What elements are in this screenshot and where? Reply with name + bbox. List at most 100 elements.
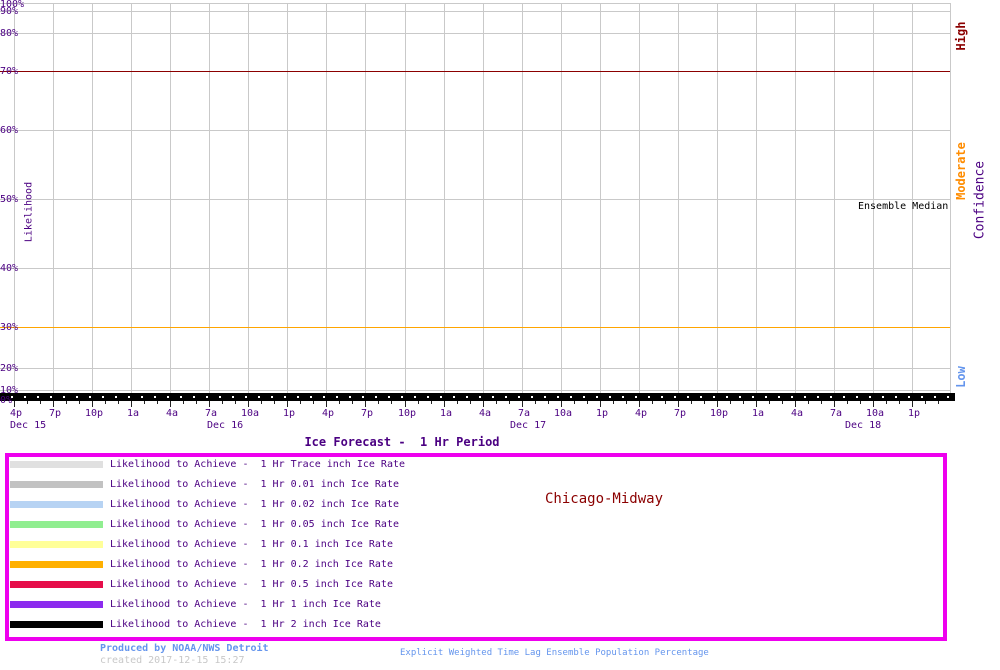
x-minor-tick	[730, 401, 731, 404]
x-minor-tick	[196, 401, 197, 404]
y-tick-label: 70%	[0, 67, 18, 77]
gridline-h-60%	[0, 130, 950, 131]
legend-item-label: Likelihood to Achieve - 1 Hr 0.05 inch I…	[110, 520, 399, 530]
x-minor-tick	[391, 401, 392, 404]
legend-item-label: Likelihood to Achieve - 1 Hr 0.02 inch I…	[110, 500, 399, 510]
x-tick-label: 4p	[322, 409, 334, 419]
gridline-v	[287, 3, 288, 400]
x-date-label: Dec 15	[10, 421, 46, 431]
x-tick-label: 10a	[866, 409, 884, 419]
x-minor-tick	[274, 401, 275, 404]
x-minor-tick	[678, 401, 679, 404]
x-minor-tick	[313, 401, 314, 404]
gridline-v	[92, 3, 93, 400]
y-tick-label: 60%	[0, 126, 18, 136]
legend-swatch	[10, 521, 103, 528]
x-tick-label: 7a	[518, 409, 530, 419]
ensemble-median-label: Ensemble Median	[858, 201, 948, 212]
x-minor-tick	[105, 401, 106, 404]
ensemble-median-dotted-overlay	[0, 396, 955, 398]
gridline-v	[444, 3, 445, 400]
legend-item-label: Likelihood to Achieve - 1 Hr 0.2 inch Ic…	[110, 560, 393, 570]
x-minor-tick	[40, 401, 41, 404]
x-minor-tick	[795, 401, 796, 404]
x-tick-label: 1p	[596, 409, 608, 419]
x-minor-tick	[574, 401, 575, 404]
x-tick-label: 4a	[479, 409, 491, 419]
x-minor-tick	[287, 401, 288, 404]
x-tick-label: 10p	[710, 409, 728, 419]
confidence-low-label: Low	[954, 366, 968, 388]
x-minor-tick	[522, 401, 523, 404]
gridline-v	[131, 3, 132, 400]
gridline-v	[639, 3, 640, 400]
gridline-v	[678, 3, 679, 400]
x-minor-tick	[704, 401, 705, 404]
x-minor-tick	[743, 401, 744, 404]
gridline-v	[483, 3, 484, 400]
footer-produced-by: Produced by NOAA/NWS Detroit	[100, 644, 269, 654]
x-minor-tick	[157, 401, 158, 404]
x-minor-tick	[118, 401, 119, 404]
x-tick-label: 4p	[635, 409, 647, 419]
x-minor-tick	[14, 401, 15, 404]
x-minor-tick	[912, 401, 913, 404]
x-minor-tick	[873, 401, 874, 404]
plot-right-border	[950, 3, 951, 400]
x-tick-label: 7a	[830, 409, 842, 419]
gridline-v	[365, 3, 366, 400]
legend-swatch	[10, 541, 103, 548]
x-minor-tick	[769, 401, 770, 404]
confidence-high-label: High	[954, 22, 968, 51]
x-minor-tick	[860, 401, 861, 404]
x-date-label: Dec 17	[510, 421, 546, 431]
legend-item-label: Likelihood to Achieve - 1 Hr 1 inch Ice …	[110, 600, 381, 610]
legend-swatch	[10, 461, 103, 468]
gridline-v	[834, 3, 835, 400]
y-tick-label: 0%	[0, 396, 12, 406]
chart-title: Ice Forecast - 1 Hr Period	[304, 435, 499, 449]
x-minor-tick	[561, 401, 562, 404]
legend-swatch	[10, 581, 103, 588]
x-minor-tick	[600, 401, 601, 404]
x-tick-label: 4p	[10, 409, 22, 419]
x-minor-tick	[756, 401, 757, 404]
gridline-v	[600, 3, 601, 400]
x-minor-tick	[431, 401, 432, 404]
x-minor-tick	[339, 401, 340, 404]
x-minor-tick	[613, 401, 614, 404]
gridline-v	[405, 3, 406, 400]
x-tick-label: 1p	[908, 409, 920, 419]
x-minor-tick	[548, 401, 549, 404]
gridline-h-50%	[0, 199, 950, 200]
x-tick-label: 10a	[554, 409, 572, 419]
gridline-h-90%	[0, 11, 950, 12]
x-minor-tick	[457, 401, 458, 404]
legend-item-label: Likelihood to Achieve - 1 Hr 0.5 inch Ic…	[110, 580, 393, 590]
x-minor-tick	[144, 401, 145, 404]
x-tick-label: 1a	[127, 409, 139, 419]
x-tick-label: 1p	[283, 409, 295, 419]
x-minor-tick	[535, 401, 536, 404]
gridline-v	[53, 3, 54, 400]
gridline-v	[326, 3, 327, 400]
x-minor-tick	[405, 401, 406, 404]
gridline-h-80%	[0, 33, 950, 34]
y-tick-label: 90%	[0, 7, 18, 17]
x-tick-label: 4a	[791, 409, 803, 419]
x-minor-tick	[300, 401, 301, 404]
x-minor-tick	[509, 401, 510, 404]
gridline-v	[795, 3, 796, 400]
x-minor-tick	[209, 401, 210, 404]
x-minor-tick	[639, 401, 640, 404]
x-minor-tick	[248, 401, 249, 404]
x-tick-label: 1a	[752, 409, 764, 419]
x-minor-tick	[691, 401, 692, 404]
x-tick-label: 10a	[241, 409, 259, 419]
x-tick-label: 1a	[440, 409, 452, 419]
gridline-v	[170, 3, 171, 400]
x-minor-tick	[235, 401, 236, 404]
x-tick-label: 7p	[49, 409, 61, 419]
x-minor-tick	[938, 401, 939, 404]
x-tick-label: 7p	[361, 409, 373, 419]
